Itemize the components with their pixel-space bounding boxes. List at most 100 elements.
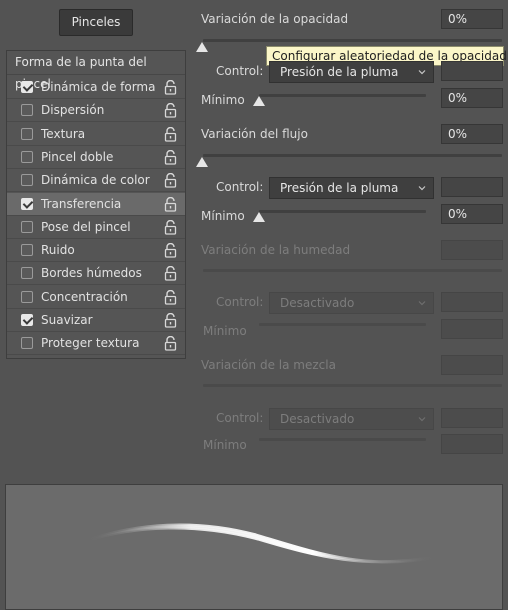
lock-open-icon[interactable] [164, 312, 177, 328]
wetness-control-input [441, 292, 503, 312]
mix-minimum-label: Mínimo [203, 438, 247, 452]
brush-tip-shape-header[interactable]: Forma de la punta del pincel [7, 51, 185, 91]
wetness-minimum-label: Mínimo [203, 324, 247, 338]
mix-variation-label: Variación de la mezcla [201, 358, 336, 372]
brush-setting-row[interactable]: Pincel doble [7, 146, 185, 169]
flow-minimum-thumb[interactable] [253, 212, 265, 222]
brush-setting-label: Dinámica de forma [41, 80, 156, 94]
flow-variation-thumb[interactable] [196, 157, 208, 167]
mix-variation-input [441, 355, 503, 375]
flow-control-select[interactable]: Presión de la pluma [269, 177, 434, 199]
brush-setting-row[interactable]: Concentración [7, 286, 185, 309]
brush-setting-label: Transferencia [41, 196, 122, 211]
brush-setting-row[interactable]: Proteger textura [7, 332, 185, 356]
checkbox[interactable] [21, 314, 33, 326]
checkbox[interactable] [21, 197, 33, 210]
lock-open-icon[interactable] [164, 103, 177, 118]
brush-setting-row[interactable]: Dinámica de color [7, 169, 185, 193]
mix-variation-slider [203, 384, 502, 387]
checkbox[interactable] [21, 244, 33, 257]
brush-setting-row[interactable]: Bordes húmedos [7, 262, 185, 286]
flow-control-value: Presión de la pluma [280, 181, 399, 195]
flow-control-input[interactable] [441, 177, 503, 197]
brush-setting-label: Concentración [41, 289, 128, 304]
lock-open-icon[interactable] [164, 336, 177, 351]
mix-control-input [441, 408, 503, 428]
checkbox[interactable] [21, 104, 33, 117]
opacity-control-select[interactable]: Presión de la pluma [269, 61, 434, 83]
brush-setting-label: Proteger textura [41, 336, 140, 351]
opacity-variation-slider[interactable] [203, 39, 502, 42]
chevron-down-icon [418, 186, 426, 191]
pinceles-button[interactable]: Pinceles [59, 9, 133, 36]
brush-stroke-preview [5, 484, 503, 610]
wetness-variation-label: Variación de la humedad [201, 243, 351, 257]
opacity-variation-label: Variación de la opacidad [201, 12, 349, 26]
wetness-control-label: Control: [216, 295, 264, 309]
flow-variation-slider[interactable] [203, 154, 502, 157]
brush-settings-list: Forma de la punta del pincel Dinámica de… [6, 50, 186, 359]
wetness-minimum-input [441, 319, 503, 339]
checkbox[interactable] [21, 220, 33, 233]
brush-setting-label: Dispersión [41, 103, 105, 118]
lock-open-icon[interactable] [164, 149, 177, 165]
wetness-control-select: Desactivado [269, 292, 434, 314]
chevron-down-icon [418, 70, 426, 75]
opacity-minimum-slider[interactable] [259, 94, 426, 97]
wetness-minimum-slider [259, 323, 426, 326]
brush-setting-label: Textura [41, 126, 86, 141]
mix-control-label: Control: [216, 411, 264, 425]
opacity-variation-input[interactable]: 0% [441, 9, 503, 29]
opacity-minimum-input[interactable]: 0% [441, 88, 503, 108]
opacity-variation-thumb[interactable] [196, 42, 208, 52]
mix-control-select: Desactivado [269, 408, 434, 430]
brush-setting-row[interactable]: Dispersión [7, 99, 185, 123]
lock-open-icon[interactable] [164, 219, 177, 235]
brush-setting-row[interactable]: Textura [7, 123, 185, 146]
lock-open-icon[interactable] [164, 126, 177, 142]
opacity-control-value: Presión de la pluma [280, 65, 399, 79]
flow-variation-label: Variación del flujo [201, 127, 308, 141]
brush-setting-row[interactable]: Ruido [7, 239, 185, 263]
brush-setting-label: Suavizar [41, 313, 93, 327]
brush-setting-row[interactable]: Transferencia [7, 192, 185, 216]
chevron-down-icon [418, 301, 426, 306]
brush-setting-row[interactable]: Pose del pincel [7, 216, 185, 239]
flow-minimum-input[interactable]: 0% [441, 204, 503, 224]
mix-control-value: Desactivado [280, 412, 355, 426]
brush-setting-row[interactable]: Suavizar [7, 309, 185, 332]
checkbox[interactable] [21, 174, 33, 187]
brush-setting-label: Pincel doble [41, 149, 114, 164]
brush-setting-row[interactable]: Dinámica de forma [7, 76, 185, 99]
lock-open-icon[interactable] [164, 266, 177, 282]
brush-setting-label: Dinámica de color [41, 173, 150, 188]
checkbox[interactable] [21, 337, 33, 350]
checkbox[interactable] [21, 267, 33, 280]
lock-open-icon[interactable] [164, 79, 177, 95]
flow-minimum-slider[interactable] [259, 210, 426, 213]
checkbox[interactable] [21, 290, 33, 303]
brush-stroke-graphic [85, 523, 437, 564]
flow-minimum-label: Mínimo [201, 209, 245, 223]
lock-open-icon[interactable] [164, 196, 177, 212]
checkbox[interactable] [21, 150, 33, 163]
mix-minimum-slider [259, 438, 426, 441]
flow-variation-input[interactable]: 0% [441, 124, 503, 144]
checkbox[interactable] [21, 81, 33, 93]
opacity-control-label: Control: [216, 64, 264, 78]
checkbox[interactable] [21, 127, 33, 140]
lock-open-icon[interactable] [164, 173, 177, 188]
opacity-minimum-thumb[interactable] [253, 96, 265, 106]
brush-setting-label: Pose del pincel [41, 219, 131, 234]
wetness-control-value: Desactivado [280, 296, 355, 310]
wetness-variation-slider [203, 269, 502, 272]
wetness-variation-input [441, 240, 503, 260]
opacity-control-input[interactable] [441, 61, 503, 81]
mix-minimum-input [441, 434, 503, 454]
brush-setting-label: Ruido [41, 243, 75, 258]
lock-open-icon[interactable] [164, 289, 177, 305]
chevron-down-icon [418, 417, 426, 422]
flow-control-label: Control: [216, 180, 264, 194]
opacity-minimum-label: Mínimo [201, 93, 245, 107]
lock-open-icon[interactable] [164, 242, 177, 258]
